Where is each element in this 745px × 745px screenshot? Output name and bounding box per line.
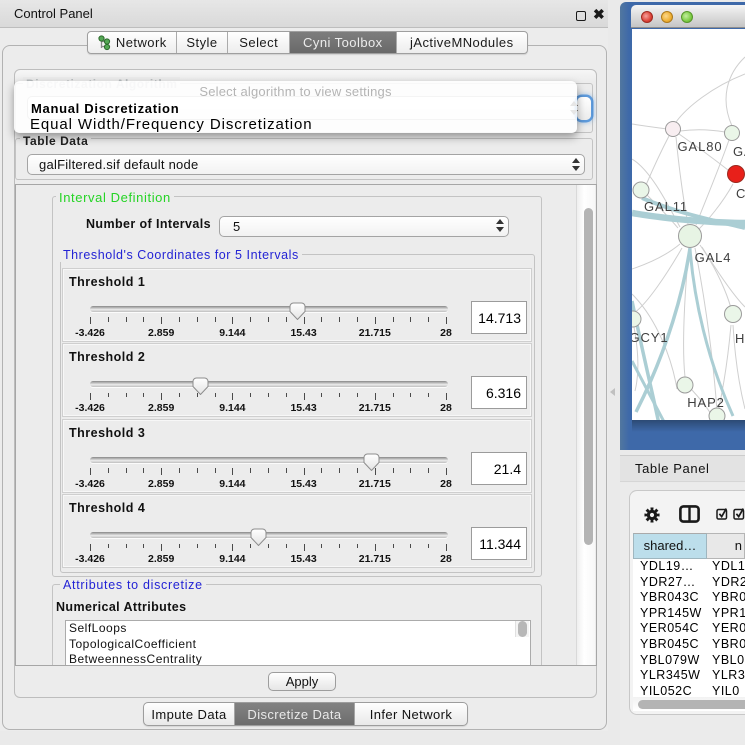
svg-text:GAL11: GAL11 xyxy=(644,199,688,214)
svg-text:GAL4: GAL4 xyxy=(695,250,732,265)
svg-text:HAP2: HAP2 xyxy=(687,395,725,410)
svg-text:C: C xyxy=(736,186,745,201)
svg-text:GA: GA xyxy=(733,144,745,159)
svg-text:GAL80: GAL80 xyxy=(678,139,723,154)
svg-text:H: H xyxy=(735,331,745,346)
svg-text:GCY1: GCY1 xyxy=(632,330,669,345)
